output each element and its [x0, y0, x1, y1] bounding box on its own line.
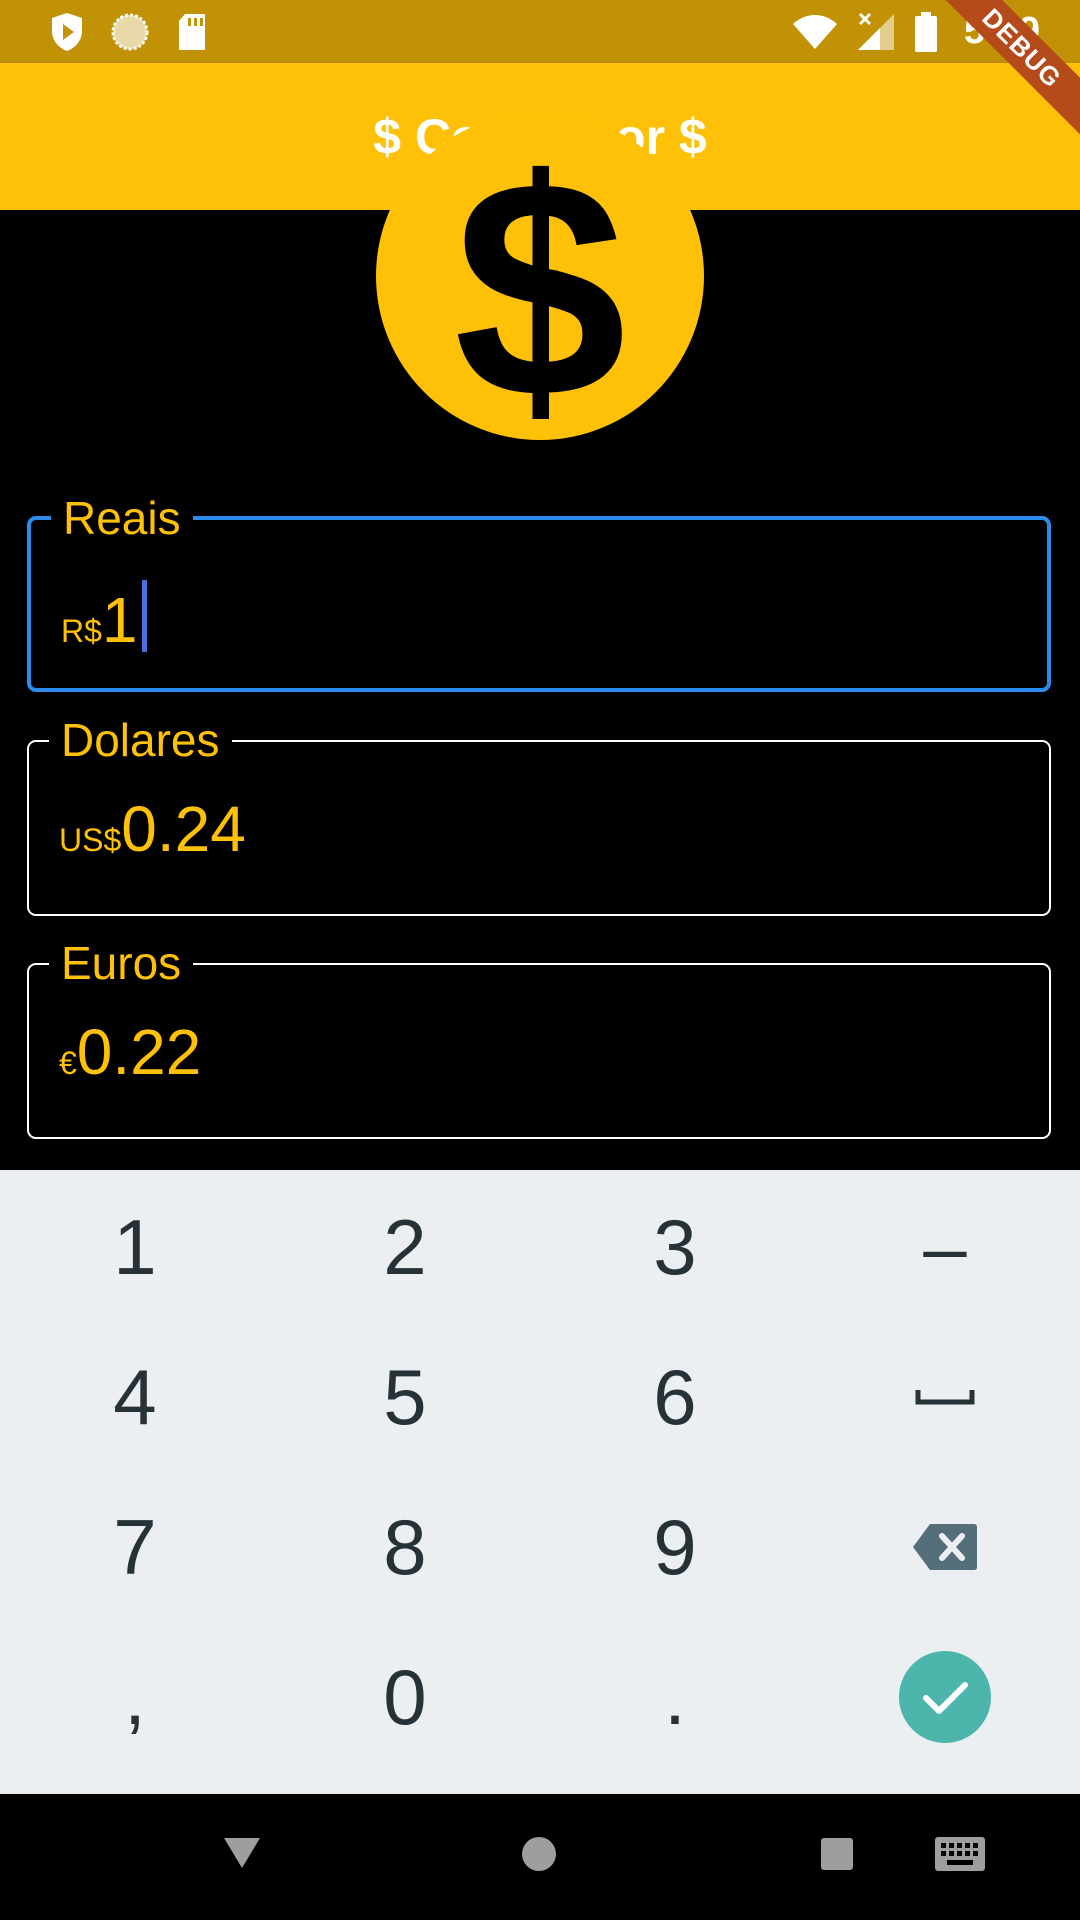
- back-icon[interactable]: [222, 1836, 262, 1870]
- sd-card-icon: [179, 14, 205, 50]
- space-icon: [915, 1390, 975, 1405]
- navigation-bar: [0, 1794, 1080, 1920]
- dolares-prefix: US$: [59, 822, 122, 858]
- reais-prefix: R$: [61, 613, 102, 649]
- check-icon: [899, 1651, 991, 1743]
- wifi-icon: [792, 14, 837, 49]
- key-1[interactable]: 1: [0, 1172, 270, 1322]
- home-icon[interactable]: [521, 1836, 557, 1872]
- recents-icon[interactable]: [820, 1837, 854, 1871]
- key-4[interactable]: 4: [0, 1322, 270, 1472]
- dolares-label: Dolares: [49, 712, 232, 768]
- key-0[interactable]: 0: [270, 1622, 540, 1772]
- reais-label: Reais: [51, 490, 193, 546]
- key-8[interactable]: 8: [270, 1472, 540, 1622]
- key-5[interactable]: 5: [270, 1322, 540, 1472]
- no-signal-icon: [857, 12, 894, 50]
- status-bar: 5:29: [0, 0, 1080, 63]
- euros-value[interactable]: 0.22: [77, 1015, 202, 1089]
- backspace-icon: [913, 1524, 977, 1570]
- key-comma[interactable]: ,: [0, 1622, 270, 1772]
- euros-prefix: €: [59, 1045, 77, 1081]
- dollar-coin-icon: $: [376, 112, 704, 440]
- euros-label: Euros: [49, 935, 194, 991]
- euros-field[interactable]: Euros € 0.22: [27, 935, 1051, 1139]
- key-minus[interactable]: –: [810, 1172, 1080, 1322]
- key-backspace[interactable]: [810, 1472, 1080, 1622]
- reais-field[interactable]: Reais R$ 1: [27, 490, 1051, 692]
- dolares-value[interactable]: 0.24: [121, 792, 246, 866]
- key-done[interactable]: [810, 1622, 1080, 1772]
- play-shield-icon: [52, 13, 82, 51]
- key-3[interactable]: 3: [540, 1172, 810, 1322]
- reais-value[interactable]: 1: [102, 583, 138, 657]
- key-9[interactable]: 9: [540, 1472, 810, 1622]
- svg-text:$: $: [454, 115, 626, 440]
- loading-circle-icon: [111, 13, 149, 51]
- key-period[interactable]: .: [540, 1622, 810, 1772]
- battery-icon: [914, 11, 937, 52]
- text-caret: [141, 580, 147, 652]
- key-2[interactable]: 2: [270, 1172, 540, 1322]
- keyboard-icon[interactable]: [934, 1836, 986, 1872]
- key-7[interactable]: 7: [0, 1472, 270, 1622]
- key-6[interactable]: 6: [540, 1322, 810, 1472]
- dolares-field[interactable]: Dolares US$ 0.24: [27, 712, 1051, 916]
- key-space[interactable]: [810, 1322, 1080, 1472]
- numeric-keyboard: 1 2 3 – 4 5 6 7 8 9 , 0 .: [0, 1170, 1080, 1794]
